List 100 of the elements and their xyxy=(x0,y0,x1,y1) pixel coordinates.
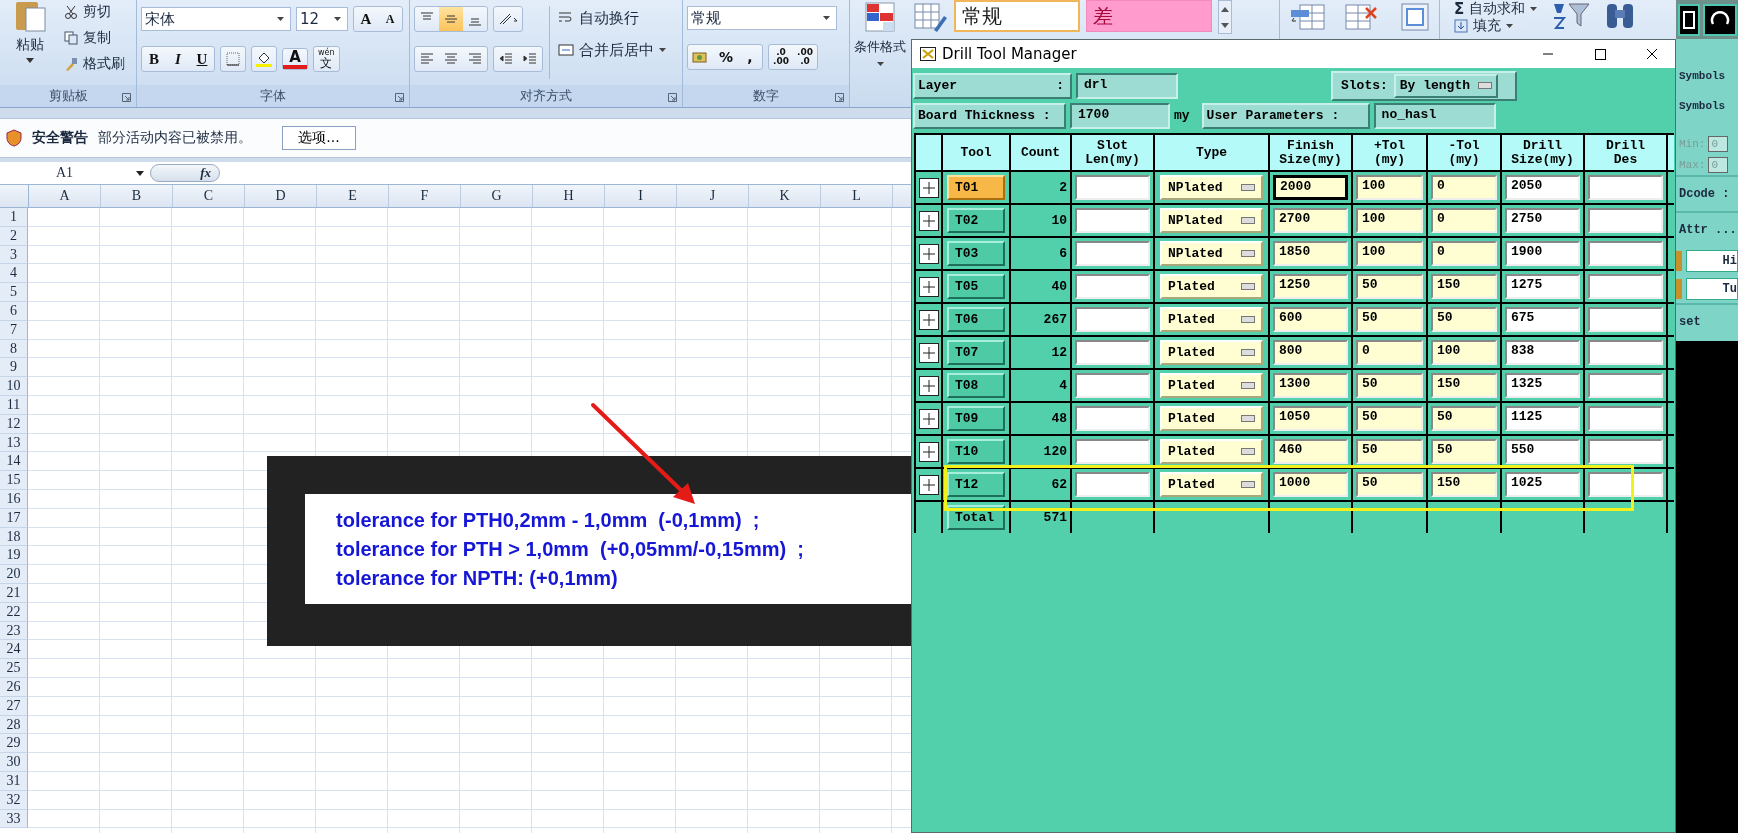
column-header[interactable]: G xyxy=(461,185,533,207)
panel-button[interactable]: Tu xyxy=(1686,278,1738,300)
expand-icon[interactable] xyxy=(918,441,939,462)
drill-description-field[interactable] xyxy=(1588,439,1663,464)
increase-decimal-button[interactable]: .0 .00 xyxy=(769,45,793,69)
shrink-font-button[interactable]: A xyxy=(378,7,402,31)
finish-size-field[interactable]: 800 xyxy=(1273,340,1348,365)
gallery-scroll-buttons[interactable] xyxy=(1218,0,1232,34)
row-header[interactable]: 14 xyxy=(0,452,28,472)
total-button[interactable]: Total xyxy=(947,505,1005,530)
drill-size-field[interactable]: 675 xyxy=(1505,307,1580,332)
minus-tolerance-field[interactable]: 150 xyxy=(1431,274,1497,299)
autosum-button[interactable]: Σ 自动求和 xyxy=(1452,0,1540,17)
expand-icon[interactable] xyxy=(918,177,939,198)
copy-button[interactable]: 复制 xyxy=(62,28,127,48)
minus-tolerance-field[interactable]: 100 xyxy=(1431,340,1497,365)
expand-icon[interactable] xyxy=(918,210,939,231)
panel-button[interactable]: Hi xyxy=(1686,250,1738,272)
dialog-launcher-icon[interactable] xyxy=(668,93,677,102)
tool-button[interactable]: T01 xyxy=(947,175,1005,200)
font-size-field[interactable]: 12 xyxy=(296,7,348,31)
decrease-decimal-button[interactable]: .00 .0 xyxy=(793,45,817,69)
drill-description-field[interactable] xyxy=(1588,241,1663,266)
drill-description-field[interactable] xyxy=(1588,373,1663,398)
drill-description-field[interactable] xyxy=(1588,340,1663,365)
fill-button[interactable]: 填充 xyxy=(1452,17,1540,34)
column-header[interactable]: I xyxy=(605,185,677,207)
column-header[interactable]: B xyxy=(101,185,173,207)
column-header[interactable]: F xyxy=(389,185,461,207)
type-dropdown[interactable]: Plated xyxy=(1160,472,1263,497)
column-header[interactable]: K xyxy=(749,185,821,207)
row-header[interactable]: 19 xyxy=(0,546,28,566)
minus-tolerance-field[interactable]: 0 xyxy=(1431,208,1497,233)
column-header[interactable]: E xyxy=(317,185,389,207)
user-parameters-field[interactable]: no_hasl xyxy=(1373,102,1496,129)
table-brush-icon[interactable] xyxy=(914,2,948,32)
dialog-launcher-icon[interactable] xyxy=(122,93,131,102)
drill-size-field[interactable]: 1275 xyxy=(1505,274,1580,299)
tool-button[interactable]: T02 xyxy=(947,208,1005,233)
drill-description-field[interactable] xyxy=(1588,307,1663,332)
font-color-button[interactable]: A xyxy=(283,49,307,69)
tool-button[interactable]: T10 xyxy=(947,439,1005,464)
percent-button[interactable]: % xyxy=(714,45,738,69)
layer-label[interactable]: Layer : xyxy=(913,72,1072,99)
plus-tolerance-field[interactable]: 0 xyxy=(1356,340,1423,365)
drill-description-field[interactable] xyxy=(1588,406,1663,431)
user-parameters-button[interactable]: User Parameters : xyxy=(1201,102,1370,129)
type-dropdown[interactable]: Plated xyxy=(1160,274,1263,299)
row-header[interactable]: 4 xyxy=(0,264,28,284)
drill-description-field[interactable] xyxy=(1588,208,1663,233)
slot-length-field[interactable] xyxy=(1075,208,1150,233)
row-header[interactable]: 20 xyxy=(0,565,28,584)
grow-font-button[interactable]: A xyxy=(354,7,378,31)
column-header[interactable]: A xyxy=(29,185,101,207)
toggle-tab[interactable] xyxy=(1676,251,1682,271)
slot-length-field[interactable] xyxy=(1075,406,1150,431)
finish-size-field[interactable]: 460 xyxy=(1273,439,1348,464)
options-button[interactable]: 选项... xyxy=(282,126,356,150)
type-dropdown[interactable]: Plated xyxy=(1160,406,1263,431)
slots-dropdown[interactable]: By length xyxy=(1393,73,1499,98)
row-header[interactable]: 29 xyxy=(0,734,28,754)
column-header[interactable]: J xyxy=(677,185,749,207)
merge-center-button[interactable]: 合并后居中 xyxy=(556,40,668,60)
layer-field[interactable]: drl xyxy=(1076,72,1178,99)
minus-tolerance-field[interactable]: 50 xyxy=(1431,439,1497,464)
type-dropdown[interactable]: Plated xyxy=(1160,307,1263,332)
tool-button[interactable]: T03 xyxy=(947,241,1005,266)
finish-size-field[interactable]: 2700 xyxy=(1273,208,1348,233)
underline-button[interactable]: U xyxy=(190,47,214,71)
minus-tolerance-field[interactable]: 50 xyxy=(1431,307,1497,332)
type-dropdown[interactable]: Plated xyxy=(1160,340,1263,365)
sort-filter-icon[interactable] xyxy=(1551,0,1592,32)
tool-button[interactable]: T08 xyxy=(947,373,1005,398)
comma-button[interactable]: , xyxy=(738,45,762,69)
column-header[interactable]: H xyxy=(533,185,605,207)
tool-button[interactable]: T09 xyxy=(947,406,1005,431)
expand-icon[interactable] xyxy=(918,375,939,396)
bold-button[interactable]: B xyxy=(142,47,166,71)
drill-size-field[interactable]: 838 xyxy=(1505,340,1580,365)
cell-style-swatch[interactable]: 差 xyxy=(1086,0,1212,32)
finish-size-field[interactable]: 1050 xyxy=(1273,406,1348,431)
slot-length-field[interactable] xyxy=(1075,340,1150,365)
conditional-format-button[interactable]: 条件格式 xyxy=(852,2,908,105)
plus-tolerance-field[interactable]: 50 xyxy=(1356,406,1423,431)
square-tool-icon[interactable] xyxy=(1678,3,1700,36)
drill-size-field[interactable]: 2750 xyxy=(1505,208,1580,233)
delete-cells-icon[interactable] xyxy=(1344,2,1380,32)
name-box[interactable]: A1 xyxy=(0,163,150,183)
rotate-tool-icon[interactable] xyxy=(1703,3,1737,36)
vertical-align-button[interactable] xyxy=(439,7,463,31)
thickness-field[interactable]: 1700 xyxy=(1070,102,1170,129)
italic-button[interactable]: I xyxy=(166,47,190,71)
plus-tolerance-field[interactable]: 50 xyxy=(1356,472,1423,497)
phonetic-button[interactable]: wén 文 xyxy=(314,47,339,71)
format-painter-button[interactable]: 格式刷 xyxy=(62,54,127,74)
dialog-launcher-icon[interactable] xyxy=(835,93,844,102)
panel-button[interactable]: Symbols xyxy=(1676,100,1726,112)
plus-tolerance-field[interactable]: 100 xyxy=(1356,175,1423,200)
board-thickness-label[interactable]: Board Thickness : xyxy=(913,102,1066,129)
minus-tolerance-field[interactable]: 150 xyxy=(1431,472,1497,497)
